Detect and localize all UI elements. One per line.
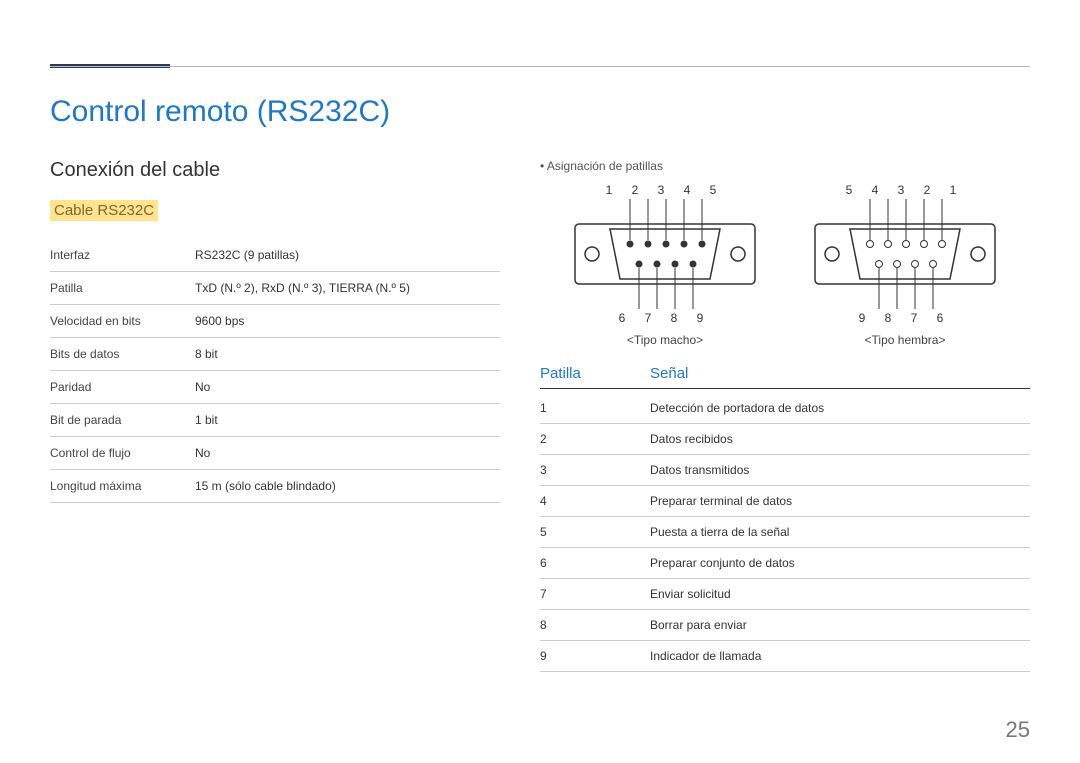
section-subtitle: Conexión del cable [50, 159, 500, 182]
table-row: 4Preparar terminal de datos [540, 486, 1030, 517]
table-row: Longitud máxima15 m (sólo cable blindado… [50, 470, 500, 503]
signal-pin: 3 [540, 455, 650, 486]
db9-male-icon [570, 199, 760, 309]
table-row: 7Enviar solicitud [540, 579, 1030, 610]
connector-diagrams: 1 2 3 4 5 [540, 183, 1030, 347]
table-row: PatillaTxD (N.º 2), RxD (N.º 3), TIERRA … [50, 272, 500, 305]
table-row: InterfazRS232C (9 patillas) [50, 239, 500, 272]
spec-value: 15 m (sólo cable blindado) [195, 470, 500, 503]
spec-value: 9600 bps [195, 305, 500, 338]
signal-name: Puesta a tierra de la señal [650, 517, 1030, 548]
spec-label: Patilla [50, 272, 195, 305]
table-row: 1Detección de portadora de datos [540, 393, 1030, 424]
table-row: Velocidad en bits9600 bps [50, 305, 500, 338]
female-caption: <Tipo hembra> [810, 333, 1000, 347]
signal-name: Borrar para enviar [650, 610, 1030, 641]
signal-pin: 8 [540, 610, 650, 641]
signal-header-signal: Señal [650, 365, 688, 382]
left-column: Conexión del cable Cable RS232C Interfaz… [50, 159, 500, 672]
spec-value: 1 bit [195, 404, 500, 437]
male-top-pin-numbers: 1 2 3 4 5 [570, 183, 760, 197]
page-title: Control remoto (RS232C) [50, 95, 1030, 129]
pin-assignment-label: Asignación de patillas [540, 159, 1030, 173]
signal-name: Preparar terminal de datos [650, 486, 1030, 517]
section-subhead: Cable RS232C [50, 200, 158, 221]
spec-value: No [195, 371, 500, 404]
spec-value: TxD (N.º 2), RxD (N.º 3), TIERRA (N.º 5) [195, 272, 500, 305]
female-connector-diagram: 5 4 3 2 1 9 8 7 6 <Tipo [810, 183, 1000, 347]
table-row: 2Datos recibidos [540, 424, 1030, 455]
spec-value: RS232C (9 patillas) [195, 239, 500, 272]
header-rule [50, 66, 1030, 67]
signal-pin: 2 [540, 424, 650, 455]
male-bottom-pin-numbers: 6 7 8 9 [570, 311, 760, 325]
right-column: Asignación de patillas 1 2 3 4 5 [540, 159, 1030, 672]
spec-value: 8 bit [195, 338, 500, 371]
table-row: 6Preparar conjunto de datos [540, 548, 1030, 579]
spec-label: Longitud máxima [50, 470, 195, 503]
signal-header-pin: Patilla [540, 365, 650, 382]
table-row: ParidadNo [50, 371, 500, 404]
signal-name: Preparar conjunto de datos [650, 548, 1030, 579]
signal-name: Datos recibidos [650, 424, 1030, 455]
spec-value: No [195, 437, 500, 470]
signal-name: Datos transmitidos [650, 455, 1030, 486]
db9-female-icon [810, 199, 1000, 309]
signal-name: Detección de portadora de datos [650, 393, 1030, 424]
spec-label: Bit de parada [50, 404, 195, 437]
table-row: Bit de parada1 bit [50, 404, 500, 437]
table-row: Bits de datos8 bit [50, 338, 500, 371]
male-caption: <Tipo macho> [570, 333, 760, 347]
spec-label: Paridad [50, 371, 195, 404]
table-row: 9Indicador de llamada [540, 641, 1030, 672]
table-row: 8Borrar para enviar [540, 610, 1030, 641]
spec-label: Bits de datos [50, 338, 195, 371]
signal-table-header: Patilla Señal [540, 365, 1030, 389]
table-row: Control de flujoNo [50, 437, 500, 470]
male-connector-diagram: 1 2 3 4 5 [570, 183, 760, 347]
signal-name: Indicador de llamada [650, 641, 1030, 672]
spec-label: Interfaz [50, 239, 195, 272]
signal-pin: 6 [540, 548, 650, 579]
page-number: 25 [1006, 717, 1030, 743]
spec-table: InterfazRS232C (9 patillas) PatillaTxD (… [50, 239, 500, 503]
female-bottom-pin-numbers: 9 8 7 6 [810, 311, 1000, 325]
spec-label: Control de flujo [50, 437, 195, 470]
signal-pin: 9 [540, 641, 650, 672]
signal-pin: 4 [540, 486, 650, 517]
spec-label: Velocidad en bits [50, 305, 195, 338]
signal-pin: 1 [540, 393, 650, 424]
signal-pin: 5 [540, 517, 650, 548]
signal-table: 1Detección de portadora de datos 2Datos … [540, 393, 1030, 672]
signal-name: Enviar solicitud [650, 579, 1030, 610]
table-row: 5Puesta a tierra de la señal [540, 517, 1030, 548]
table-row: 3Datos transmitidos [540, 455, 1030, 486]
female-top-pin-numbers: 5 4 3 2 1 [810, 183, 1000, 197]
content-columns: Conexión del cable Cable RS232C Interfaz… [50, 159, 1030, 672]
signal-pin: 7 [540, 579, 650, 610]
